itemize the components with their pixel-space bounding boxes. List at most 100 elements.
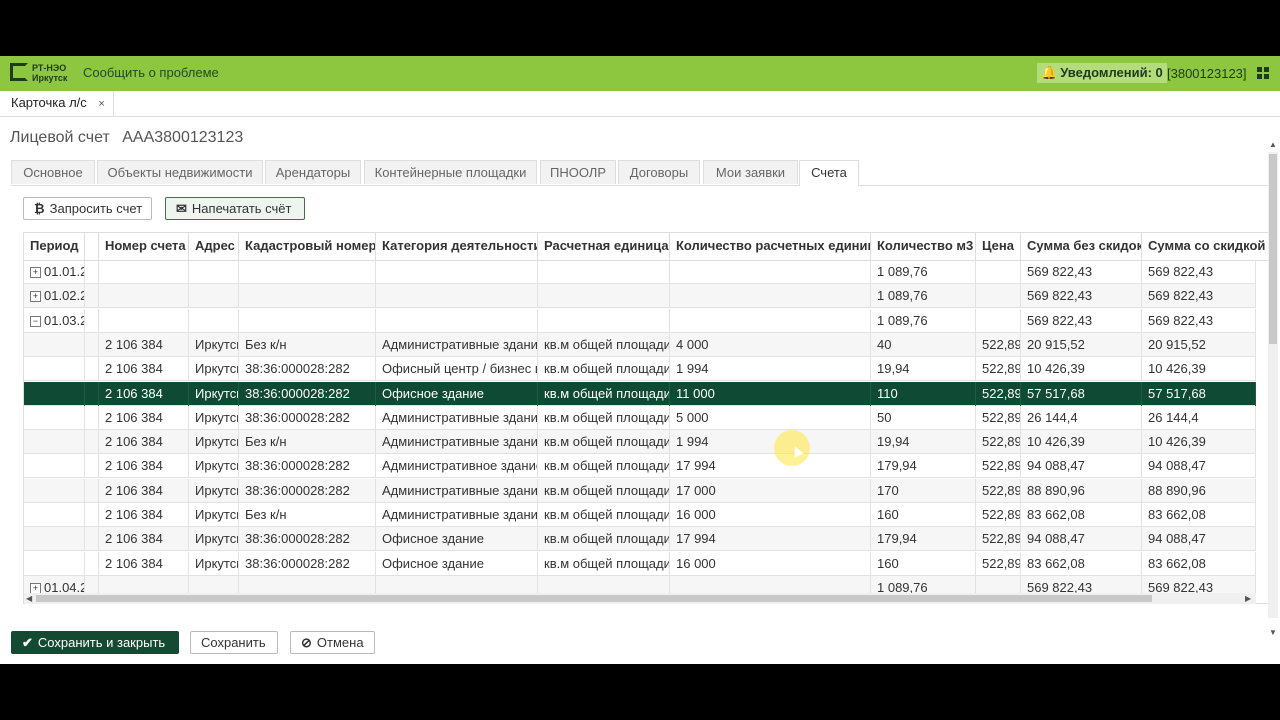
table-row[interactable]: 2 106 384 Иркутск Без к/н Административные … [24, 430, 1256, 455]
cell-text: 83 662,08 [1148, 507, 1206, 522]
cell-activity-category: Административные здания [376, 332, 538, 357]
vertical-scroll-thumb[interactable] [1269, 154, 1277, 344]
cell-price [976, 260, 1021, 284]
collapse-icon[interactable]: − [30, 315, 41, 327]
cell-text: 20 915,52 [1027, 336, 1085, 352]
cell-text: 2 106 384 [105, 409, 163, 425]
report-problem-link[interactable]: Сообщить о проблеме [83, 65, 219, 80]
save-button[interactable]: Сохранить [190, 631, 278, 654]
apps-grid-icon[interactable] [1257, 67, 1270, 80]
cell-text: 57 517,68 [1148, 385, 1206, 401]
cell-price: 522,89 [976, 381, 1021, 406]
cell-text: 522,89 [982, 482, 1021, 498]
scroll-down-icon[interactable]: ▼ [1269, 628, 1277, 637]
cell-period [24, 405, 85, 430]
account-id[interactable]: [3800123123] [1167, 66, 1247, 81]
vertical-scrollbar[interactable]: ▲ ▼ [1268, 140, 1278, 638]
cell-sum-with-discount: 94 088,47 [1142, 454, 1256, 479]
table-row[interactable]: 2 106 384 Иркутск 38:36:000028:282 Админист… [24, 478, 1256, 503]
table-row[interactable]: 2 106 384 Иркутск 38:36:000028:282 Офисное … [24, 551, 1256, 576]
cell-cadastral-number [239, 260, 376, 284]
cell-invoice-number: 2 106 384 [99, 430, 189, 455]
cell-text: 38:36:000028:282 [245, 385, 350, 401]
company-logo[interactable]: РТ-НЭО Иркутск [10, 62, 67, 86]
tab-container-sites[interactable]: Контейнерные площадки [364, 160, 537, 184]
expand-icon[interactable]: + [30, 291, 41, 303]
table-row[interactable]: 2 106 384 Иркутск Без к/н Административные … [24, 503, 1256, 527]
cell-cadastral-number: 38:36:000028:282 [239, 527, 376, 552]
grid-header: Период Номер счета Адрес Кадастровый ном… [24, 233, 1269, 261]
scroll-up-icon[interactable]: ▲ [1269, 140, 1277, 149]
notifications-button[interactable]: 🔔 Уведомлений: 0 [1037, 63, 1167, 83]
tab-pnoolr[interactable]: ПНООЛР [540, 160, 616, 184]
col-volume-m3[interactable]: Количество м3 [871, 233, 976, 260]
cell-text: 522,89 [982, 336, 1021, 352]
cell-unit [538, 260, 670, 284]
document-tab[interactable]: Карточка л/с × [0, 91, 114, 116]
cell-period [24, 454, 85, 479]
cell-sum-with-discount: 57 517,68 [1142, 381, 1256, 406]
cell-price: 522,89 [976, 478, 1021, 503]
cell-text: 569 822,43 [1148, 288, 1214, 304]
table-row[interactable]: 2 106 384 Иркутск 38:36:000028:282 Офисный … [24, 357, 1256, 382]
cell-text: 26 144,4 [1148, 409, 1199, 425]
cell-text: 110 [877, 385, 898, 401]
group-row[interactable]: −01.03.2 1 089,76 569 822,43 569 822,43 [24, 308, 1256, 333]
tab-main[interactable]: Основное [11, 160, 95, 184]
bell-icon: 🔔 [1041, 65, 1058, 80]
tab-tenants[interactable]: Арендаторы [265, 160, 361, 184]
cell-text: 16 000 [676, 507, 716, 522]
cursor-arrow-icon [790, 444, 804, 458]
tab-invoices[interactable]: Счета [799, 160, 859, 186]
expand-icon[interactable]: + [30, 267, 41, 278]
cell-spacer [85, 478, 99, 503]
cell-activity-category: Офисный центр / бизнес центр [376, 357, 538, 382]
cell-period [24, 551, 85, 576]
table-row[interactable]: 2 106 384 Иркутск 38:36:000028:282 Админист… [24, 405, 1256, 430]
table-row[interactable]: 2 106 384 Иркутск 38:36:000028:282 Админист… [24, 454, 1256, 479]
cell-text: 5 000 [676, 409, 709, 425]
col-unit[interactable]: Расчетная единица [538, 233, 670, 260]
col-price[interactable]: Цена [976, 233, 1021, 260]
col-period[interactable]: Период [24, 233, 85, 260]
print-invoice-button[interactable]: ✉ Напечатать счёт [165, 197, 305, 220]
request-invoice-button[interactable]: ₿ Запросить счет [23, 197, 152, 220]
save-close-button[interactable]: ✔ Сохранить и закрыть [11, 631, 179, 654]
cell-sum-no-discount: 94 088,47 [1021, 454, 1142, 479]
print-invoice-label: Напечатать счёт [191, 201, 292, 216]
tab-contracts[interactable]: Договоры [618, 160, 700, 184]
col-unit-count[interactable]: Количество расчетных единиц [670, 233, 871, 260]
col-address[interactable]: Адрес [189, 233, 239, 260]
cell-period: +01.02.2 [24, 284, 85, 309]
cell-text: 522,89 [982, 361, 1021, 377]
group-row[interactable]: +01.01.2 1 089,76 569 822,43 569 822,43 [24, 260, 1256, 284]
col-cadastral-number[interactable]: Кадастровый номер [239, 233, 376, 260]
cell-text: 522,89 [982, 434, 1021, 450]
col-invoice-number[interactable]: Номер счета [99, 233, 189, 260]
col-sum-no-discount[interactable]: Сумма без скидок [1021, 233, 1142, 260]
scroll-left-icon[interactable]: ◀ [26, 593, 32, 604]
horizontal-scrollbar[interactable]: ◀ ▶ [24, 593, 1256, 604]
cell-unit [538, 308, 670, 333]
close-icon[interactable]: × [98, 98, 104, 110]
envelope-icon: ✉ [176, 201, 187, 216]
tab-real-estate[interactable]: Объекты недвижимости [97, 160, 263, 184]
cell-text: Административные здания [382, 482, 538, 498]
group-row[interactable]: +01.02.2 1 089,76 569 822,43 569 822,43 [24, 284, 1256, 309]
ban-icon: ⊘ [301, 635, 312, 650]
cell-unit-count: 17 994 [670, 454, 871, 479]
table-row[interactable]: 2 106 384 Иркутск Без к/н Административные … [24, 332, 1256, 357]
selected-table-row[interactable]: 2 106 384 Иркутск 38:36:000028:282 Офисное … [24, 381, 1256, 406]
cell-sum-no-discount: 83 662,08 [1021, 551, 1142, 576]
cell-text: Иркутск [195, 531, 239, 547]
cell-text: 01.03.2 [44, 312, 85, 328]
cell-text: 569 822,43 [1027, 288, 1093, 304]
cancel-button[interactable]: ⊘ Отмена [290, 631, 375, 654]
horizontal-scroll-thumb[interactable] [36, 595, 1152, 602]
tab-my-requests[interactable]: Мои заявки [703, 160, 798, 184]
table-row[interactable]: 2 106 384 Иркутск 38:36:000028:282 Офисное … [24, 527, 1256, 552]
col-sum-with-discount[interactable]: Сумма со скидкой [1142, 233, 1269, 260]
cell-activity-category [376, 260, 538, 284]
col-activity-category[interactable]: Категория деятельности [376, 233, 538, 260]
scroll-right-icon[interactable]: ▶ [1245, 593, 1251, 604]
